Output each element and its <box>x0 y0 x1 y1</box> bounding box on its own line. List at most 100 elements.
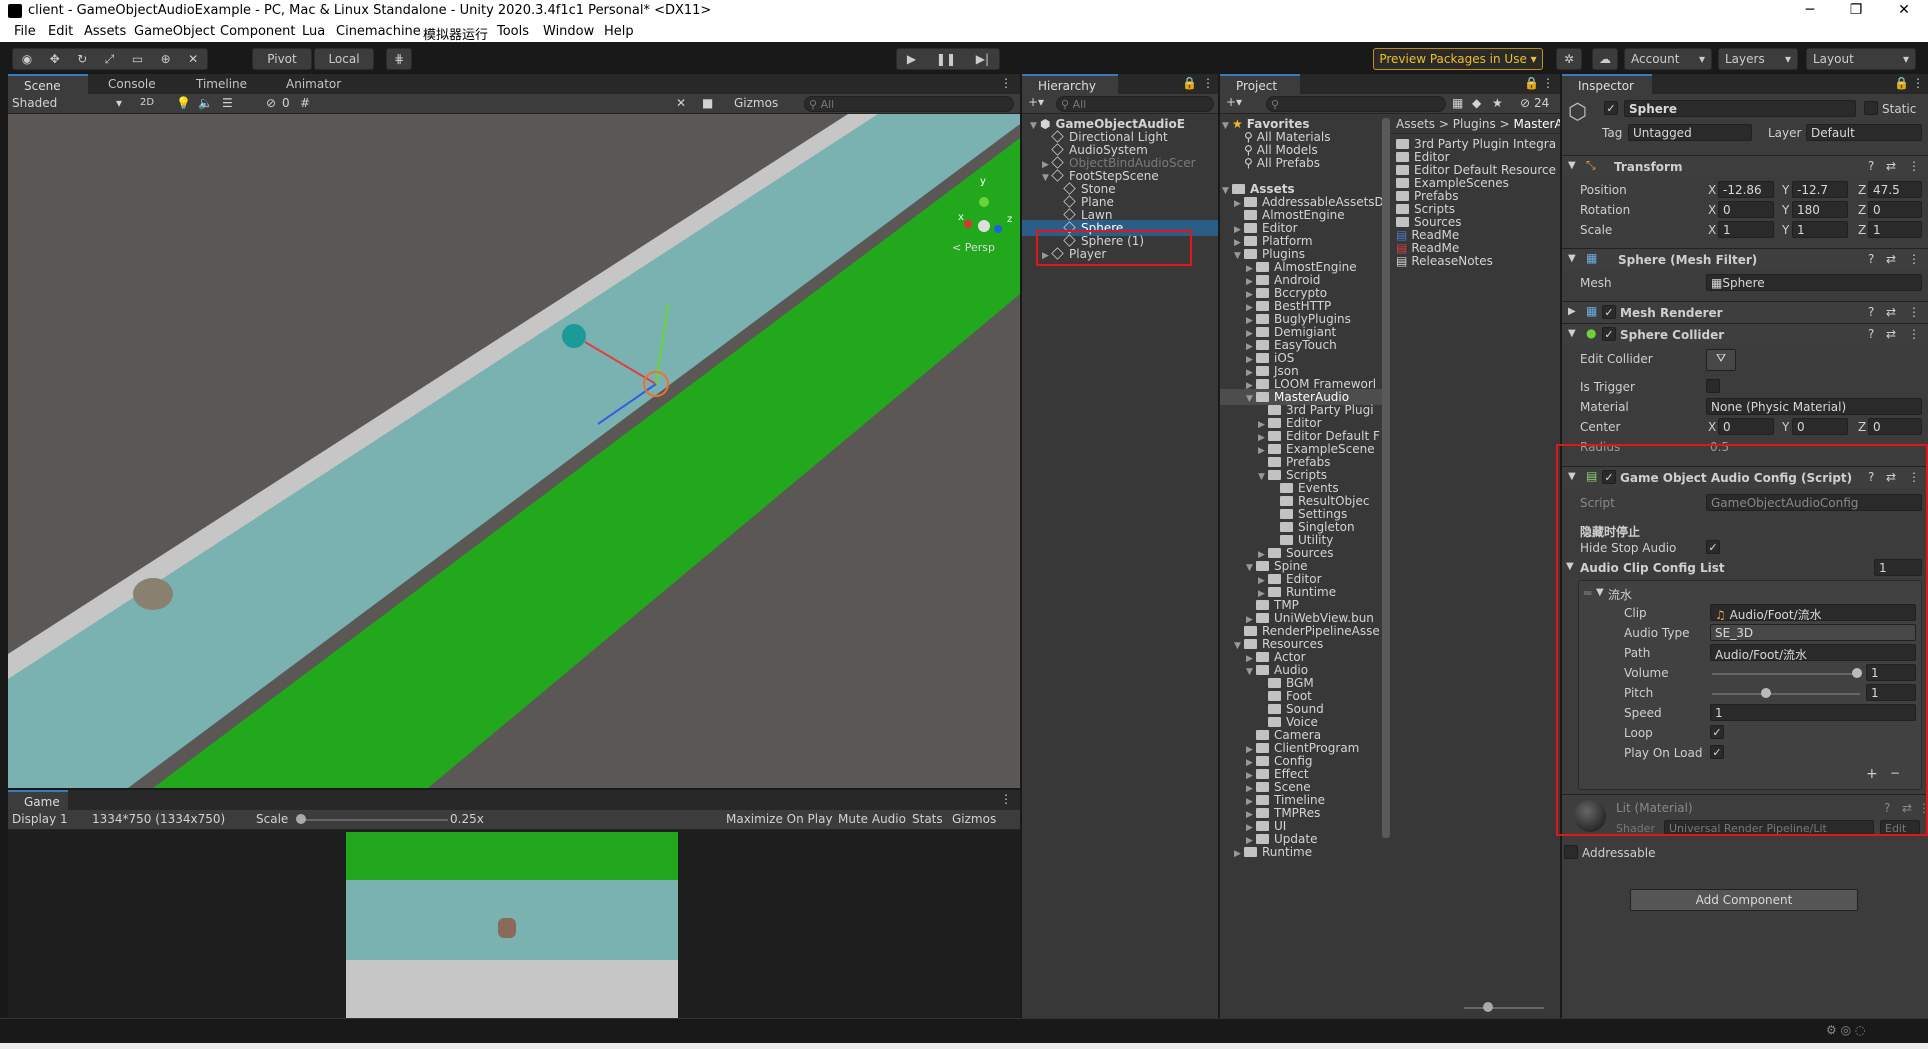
filter-type-icon[interactable]: ▦ <box>1452 96 1463 110</box>
hierarchy-search-input[interactable]: ⚲ All <box>1056 96 1214 112</box>
project-file-row[interactable]: ▤ ReleaseNotes <box>1390 253 1560 269</box>
tab-hierarchy[interactable]: Hierarchy <box>1022 74 1118 94</box>
tab-scene[interactable]: Scene <box>8 74 88 94</box>
game-view[interactable] <box>346 832 678 1018</box>
mode-2d-toggle[interactable]: 2D <box>140 97 154 108</box>
hidden-objects-icon[interactable]: ⊘ <box>266 96 276 110</box>
inspector-menu-icon[interactable]: ⋮ <box>1912 76 1924 90</box>
lock-icon[interactable]: 🔒 <box>1182 76 1197 90</box>
playback-controls: ▶ ❚❚ ▶| <box>896 48 1000 70</box>
menu-component[interactable]: Component <box>220 24 295 39</box>
resolution-dropdown[interactable]: 1334*750 (1334x750) <box>92 812 225 826</box>
status-icons: ⚙ ◎ ◌ <box>1826 1023 1866 1037</box>
shading-dropdown[interactable]: Shaded <box>12 96 57 110</box>
menu-help[interactable]: Help <box>604 24 634 39</box>
project-search-input[interactable]: ⚲ <box>1266 96 1446 112</box>
play-icon[interactable]: ▶ <box>907 52 916 66</box>
hierarchy-row[interactable]: ▶ Player <box>1022 246 1218 262</box>
icon-size-slider[interactable] <box>1464 1007 1544 1009</box>
tab-project[interactable]: Project <box>1220 74 1300 94</box>
scene-menu-icon[interactable]: ⋮ <box>1000 76 1012 90</box>
inspector-lock-icon[interactable]: 🔒 <box>1894 76 1909 90</box>
game-gizmos-dropdown[interactable]: Gizmos <box>952 812 996 826</box>
expand-arrow-icon[interactable]: ▶ <box>1234 849 1244 859</box>
view-tool-icon[interactable]: ◉ <box>22 52 32 66</box>
scale-tool-icon[interactable]: ⤢ <box>105 52 115 67</box>
cloud-icon[interactable]: ☁ <box>1592 48 1618 70</box>
sphere-object[interactable] <box>562 324 586 348</box>
pause-icon[interactable]: ❚❚ <box>936 52 956 66</box>
add-object-icon[interactable]: +▾ <box>1028 95 1044 109</box>
minimize-button[interactable]: ─ <box>1800 2 1820 20</box>
menu-cinemachine[interactable]: Cinemachine <box>336 24 421 39</box>
close-button[interactable]: ✕ <box>1894 2 1914 20</box>
tab-game[interactable]: Game <box>8 790 68 810</box>
folder-icon <box>1244 639 1257 649</box>
transform-tool-icon[interactable]: ⊕ <box>161 52 171 66</box>
gizmos-dropdown[interactable]: Gizmos <box>734 96 778 110</box>
folder-icon <box>1268 587 1281 597</box>
menu-gameobject[interactable]: GameObject <box>134 24 215 39</box>
axis-z-cone[interactable] <box>994 225 1002 233</box>
hidden-packages-icon[interactable]: ⊘ <box>1520 96 1530 110</box>
display-dropdown[interactable]: Display 1 <box>12 812 68 826</box>
layout-dropdown[interactable]: Layout ▾ <box>1806 48 1916 70</box>
breadcrumb-assets[interactable]: Assets <box>1396 117 1435 131</box>
settings-gear-icon[interactable]: ✲ <box>1556 48 1582 70</box>
tab-inspector[interactable]: Inspector <box>1562 74 1652 94</box>
scale-slider[interactable] <box>298 819 448 821</box>
lighting-icon[interactable]: 💡 <box>176 96 191 110</box>
stats-toggle[interactable]: Stats <box>912 812 943 826</box>
menu-tools[interactable]: Tools <box>497 24 529 39</box>
scene-search-placeholder: All <box>820 98 835 111</box>
maximize-on-play-toggle[interactable]: Maximize On Play <box>726 812 833 826</box>
create-asset-icon[interactable]: +▾ <box>1226 95 1242 109</box>
axis-gizmo-center[interactable] <box>978 220 990 232</box>
tab-animator[interactable]: Animator <box>270 74 356 94</box>
axis-x-cone[interactable] <box>964 220 972 228</box>
menu-window[interactable]: Window <box>543 24 594 39</box>
custom-tool-icon[interactable]: ✕ <box>188 52 198 66</box>
mute-audio-toggle[interactable]: Mute Audio <box>838 812 906 826</box>
grid-icon[interactable]: # <box>300 96 310 110</box>
scene-search-input[interactable]: ⚲ All <box>804 96 1014 112</box>
rect-tool-icon[interactable]: ▭ <box>132 52 143 66</box>
move-tool-icon[interactable]: ✥ <box>50 52 60 66</box>
project-tree-scrollbar[interactable] <box>1382 118 1390 838</box>
preview-packages-button[interactable]: Preview Packages in Use ▾ <box>1373 48 1543 70</box>
menu-lua[interactable]: Lua <box>302 24 325 39</box>
account-dropdown[interactable]: Account ▾ <box>1624 48 1712 70</box>
axis-y-cone[interactable] <box>979 197 989 207</box>
layers-dropdown[interactable]: Layers ▾ <box>1718 48 1798 70</box>
effects-icon[interactable]: ☰ <box>222 96 233 110</box>
project-menu-icon[interactable]: ⋮ <box>1542 76 1554 90</box>
scale-slider-handle[interactable] <box>296 814 306 824</box>
breadcrumb-masteraudio[interactable]: MasterA <box>1513 117 1560 131</box>
breadcrumb-plugins[interactable]: Plugins <box>1453 117 1496 131</box>
tab-console[interactable]: Console <box>92 74 172 94</box>
menu-file[interactable]: File <box>14 24 36 39</box>
pivot-toggle[interactable]: Pivot <box>252 48 312 70</box>
game-menu-icon[interactable]: ⋮ <box>1000 792 1012 806</box>
tab-timeline[interactable]: Timeline <box>180 74 264 94</box>
filter-label-icon[interactable]: ◆ <box>1472 96 1481 110</box>
step-icon[interactable]: ▶| <box>976 52 989 66</box>
grid-snap-icon[interactable]: ⋕ <box>386 48 412 70</box>
hierarchy-menu-icon[interactable]: ⋮ <box>1202 76 1214 90</box>
local-toggle[interactable]: Local <box>314 48 374 70</box>
project-folder-row[interactable]: ▶ Runtime <box>1220 844 1390 860</box>
tools-icon[interactable]: ✕ <box>676 96 686 110</box>
menu-edit[interactable]: Edit <box>48 24 73 39</box>
project-lock-icon[interactable]: 🔒 <box>1524 76 1539 90</box>
perspective-label[interactable]: < Persp <box>952 241 995 254</box>
maximize-button[interactable]: ❐ <box>1846 2 1866 20</box>
menu-assets[interactable]: Assets <box>84 24 126 39</box>
audio-icon[interactable]: 🔈 <box>198 96 213 110</box>
rotate-tool-icon[interactable]: ↻ <box>77 52 87 66</box>
icon-size-handle[interactable] <box>1483 1002 1493 1012</box>
player-object[interactable] <box>133 578 173 610</box>
menu-simulator[interactable]: 模拟器运行 <box>423 24 488 43</box>
favorite-icon[interactable]: ★ <box>1492 96 1503 110</box>
camera-icon[interactable]: ■ <box>702 96 713 110</box>
scene-viewport[interactable]: x z y < Persp <box>8 114 1020 788</box>
